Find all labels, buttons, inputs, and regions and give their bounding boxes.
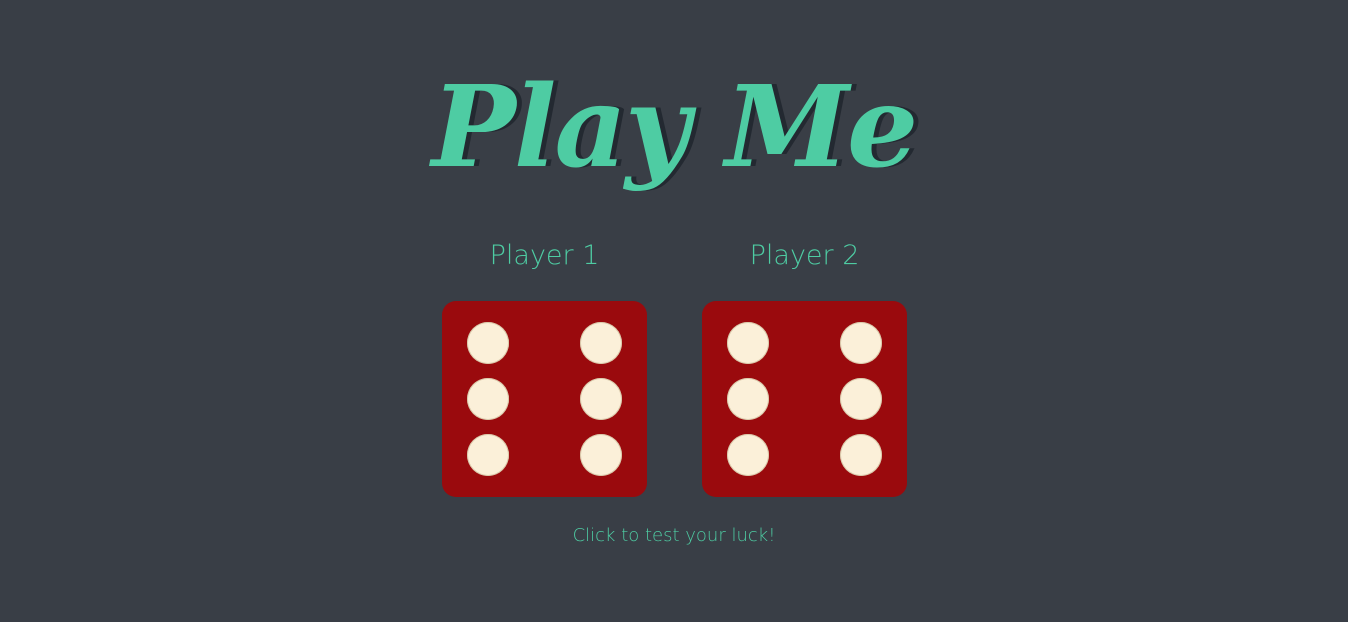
die-pip [727, 378, 769, 420]
die-pip [580, 378, 622, 420]
game-title: Play Me [431, 62, 919, 193]
die-pip [467, 378, 509, 420]
die-pip [467, 322, 509, 364]
player-1-label: Player 1 [489, 240, 600, 271]
die-pip [840, 434, 882, 476]
die-pip [840, 322, 882, 364]
game-page: Play Me Player 1 Player 2 Click to test … [0, 0, 1348, 622]
die-pip [727, 434, 769, 476]
die-pip [727, 322, 769, 364]
die-pip [580, 322, 622, 364]
player-2-die[interactable] [702, 301, 907, 497]
player-1-die[interactable] [442, 301, 647, 497]
die-pip [840, 378, 882, 420]
player-2-label: Player 2 [749, 240, 860, 271]
roll-hint-text: Click to test your luck! [572, 525, 776, 546]
die-pip [580, 434, 622, 476]
die-pip [467, 434, 509, 476]
